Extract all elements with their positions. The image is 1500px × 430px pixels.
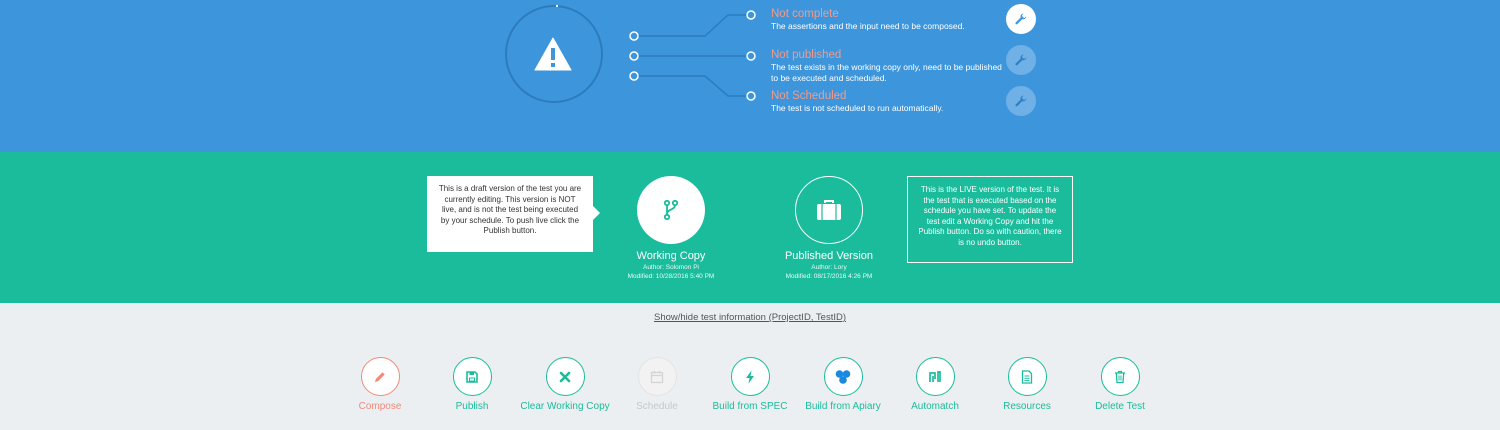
compose-button[interactable]: Compose (330, 357, 430, 413)
version-panel: This is a draft version of the test you … (0, 152, 1500, 303)
automatch-icon (929, 370, 941, 382)
working-copy-author: Author: Solomon Pi (642, 264, 699, 271)
clear-working-copy-button[interactable]: Clear Working Copy (515, 357, 615, 413)
status-connector-diagram (505, 5, 756, 103)
clear-working-copy-label: Clear Working Copy (520, 401, 610, 412)
resources-circle (1007, 357, 1047, 396)
trash-icon (1115, 370, 1125, 383)
delete-test-button[interactable]: Delete Test (1070, 357, 1170, 413)
compose-label: Compose (358, 401, 402, 412)
published-version-title: Published Version (784, 250, 874, 262)
status-not-scheduled: Not Scheduled The test is not scheduled … (771, 90, 1011, 114)
status-description: The assertions and the input need to be … (771, 21, 965, 31)
connector-line-1 (638, 14, 748, 37)
calendar-icon (650, 370, 664, 383)
build-from-spec-label: Build from SPEC (712, 401, 788, 412)
publish-wrench-button[interactable] (1006, 45, 1036, 75)
connector-node (629, 71, 639, 81)
automatch-label: Automatch (911, 401, 959, 412)
status-description: The test exists in the working copy only… (771, 62, 1002, 83)
publish-label: Publish (455, 401, 489, 412)
status-title: Not complete (771, 8, 839, 20)
briefcase-icon (817, 200, 841, 220)
schedule-label: Schedule (636, 401, 678, 412)
wrench-icon (1015, 95, 1027, 107)
status-title: Not Scheduled (771, 90, 847, 102)
publish-button[interactable]: Publish (422, 357, 522, 413)
connector-node (629, 31, 639, 41)
published-version-info: Published Version Author: Lory Modified:… (754, 249, 904, 281)
working-copy-tooltip: This is a draft version of the test you … (427, 176, 600, 252)
automatch-button[interactable]: Automatch (885, 357, 985, 413)
published-version-modified: Modified: 08/17/2016 4:26 PM (785, 273, 873, 280)
resources-label: Resources (1003, 401, 1051, 412)
wrench-icon (1015, 54, 1027, 66)
status-not-complete: Not complete The assertions and the inpu… (771, 8, 1011, 32)
resources-button[interactable]: Resources (977, 357, 1077, 413)
apiary-icon (835, 369, 851, 384)
automatch-circle (915, 357, 955, 396)
working-copy-button[interactable] (637, 176, 705, 244)
status-description: The test is not scheduled to run automat… (771, 103, 944, 113)
status-not-published: Not published The test exists in the wor… (771, 49, 1011, 84)
build-from-apiary-circle (823, 357, 863, 396)
published-version-author: Author: Lory (811, 264, 847, 271)
build-from-spec-button[interactable]: Build from SPEC (700, 357, 800, 413)
save-icon (466, 370, 478, 383)
clear-working-copy-circle (545, 357, 585, 396)
build-from-apiary-button[interactable]: Build from Apiary (793, 357, 893, 413)
connector-node (629, 51, 639, 61)
status-title: Not published (771, 49, 842, 61)
warning-triangle-icon (534, 37, 572, 71)
compose-wrench-button[interactable] (1006, 4, 1036, 34)
published-version-button[interactable] (795, 176, 863, 244)
wrench-icon (1015, 13, 1027, 25)
close-icon (559, 371, 571, 382)
delete-test-circle (1100, 357, 1140, 396)
build-from-spec-circle (730, 357, 770, 396)
build-from-apiary-label: Build from Apiary (805, 401, 881, 412)
working-copy-info: Working Copy Author: Solomon Pi Modified… (596, 249, 746, 281)
show-hide-info-link[interactable]: Show/hide test information (ProjectID, T… (654, 312, 846, 323)
lightning-icon (746, 370, 754, 383)
publish-circle (452, 357, 492, 396)
connector-node (746, 51, 756, 61)
working-copy-title: Working Copy (636, 250, 706, 262)
connector-node (746, 91, 756, 101)
delete-test-label: Delete Test (1095, 401, 1145, 412)
schedule-circle (637, 357, 677, 396)
git-branch-icon (663, 199, 679, 221)
test-info-toggle: Show/hide test information (ProjectID, T… (0, 312, 1500, 323)
status-panel: Not complete The assertions and the inpu… (0, 0, 1500, 152)
connector-line-3 (638, 75, 748, 97)
compose-circle (360, 357, 400, 396)
live-version-tooltip: This is the LIVE version of the test. It… (907, 176, 1073, 263)
schedule-wrench-button[interactable] (1006, 86, 1036, 116)
connector-node (746, 10, 756, 20)
document-icon (1021, 369, 1033, 384)
working-copy-modified: Modified: 10/28/2016 5:40 PM (627, 273, 715, 280)
schedule-button[interactable]: Schedule (607, 357, 707, 413)
pencil-icon (375, 371, 385, 382)
